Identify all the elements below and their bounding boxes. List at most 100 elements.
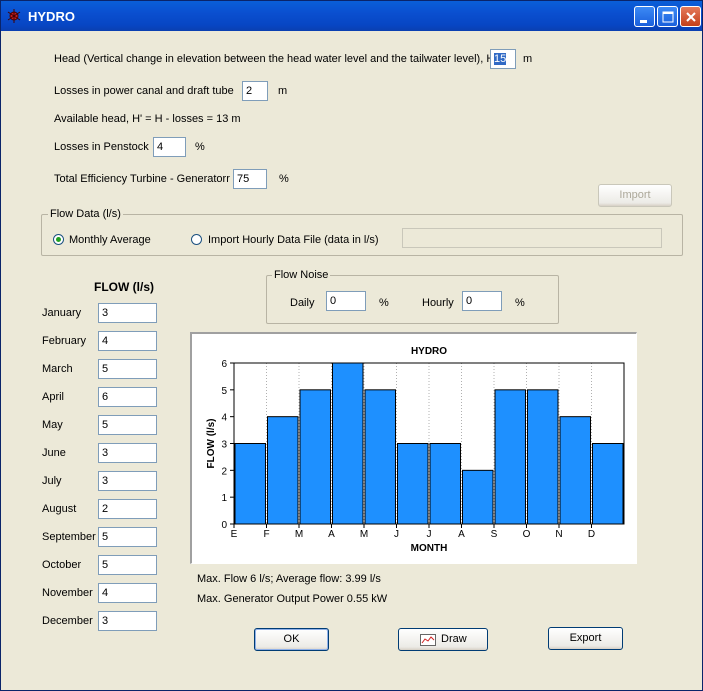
losses-penstock-unit: % — [195, 141, 205, 153]
close-icon — [686, 12, 696, 22]
month-flow-input[interactable]: 3 — [98, 471, 157, 491]
y-tick-label: 2 — [221, 466, 227, 477]
x-tick-label: D — [588, 529, 595, 540]
x-tick-label: J — [394, 529, 399, 540]
chart-bar — [364, 389, 396, 525]
daily-noise-input[interactable]: 0 — [326, 291, 366, 311]
month-flow-input[interactable]: 3 — [98, 611, 157, 631]
app-icon — [7, 9, 21, 23]
chart-bar — [592, 443, 624, 525]
x-tick-label: O — [523, 529, 531, 540]
x-tick-label: S — [491, 529, 498, 540]
x-tick-label: A — [458, 529, 465, 540]
y-tick-label: 5 — [221, 386, 227, 397]
efficiency-label: Total Efficiency Turbine - Generatorr — [54, 173, 230, 185]
month-label: June — [42, 447, 66, 459]
chart-bar — [299, 389, 331, 525]
hourly-file-radio[interactable] — [191, 234, 202, 245]
chart-bar — [397, 443, 429, 525]
month-label: August — [42, 503, 77, 515]
chart-title: HYDRO — [411, 346, 447, 357]
month-label: September — [42, 531, 96, 543]
head-label: Head (Vertical change in elevation betwe… — [54, 53, 498, 65]
y-tick-label: 1 — [221, 493, 227, 504]
chart-bar — [559, 416, 591, 525]
y-tick-label: 4 — [221, 413, 227, 424]
month-flow-input[interactable]: 5 — [98, 359, 157, 379]
month-flow-input[interactable]: 2 — [98, 499, 157, 519]
minimize-icon — [640, 20, 647, 23]
chart-bar — [234, 443, 266, 525]
chart-bar — [462, 469, 494, 525]
month-label: May — [42, 419, 63, 431]
y-tick-label: 6 — [221, 359, 227, 370]
draw-button[interactable]: Draw — [398, 628, 488, 651]
maximize-button[interactable] — [657, 6, 678, 27]
month-flow-input[interactable]: 3 — [98, 443, 157, 463]
losses-penstock-input[interactable]: 4 — [153, 137, 186, 157]
hydro-window: HYDRO Head (Vertical change in elevation… — [0, 0, 703, 691]
x-tick-label: M — [295, 529, 303, 540]
import-button[interactable]: Import — [598, 184, 672, 207]
flow-data-group-label: Flow Data (l/s) — [48, 208, 123, 220]
hourly-file-path[interactable] — [402, 228, 662, 248]
hourly-noise-label: Hourly — [422, 297, 454, 309]
minimize-button[interactable] — [634, 6, 655, 27]
efficiency-input[interactable]: 75 — [233, 169, 267, 189]
chart-bar — [267, 416, 299, 525]
efficiency-unit: % — [279, 173, 289, 185]
month-flow-input[interactable]: 5 — [98, 555, 157, 575]
chart-bar — [527, 389, 559, 525]
chart-bar — [332, 362, 364, 525]
losses-canal-input[interactable]: 2 — [242, 81, 268, 101]
losses-penstock-label: Losses in Penstock — [54, 141, 149, 153]
month-label: July — [42, 475, 62, 487]
month-label: January — [42, 307, 82, 319]
month-flow-input[interactable]: 5 — [98, 415, 157, 435]
x-tick-label: E — [231, 529, 238, 540]
daily-noise-label: Daily — [290, 297, 315, 309]
chart-icon — [420, 634, 436, 646]
head-unit: m — [523, 53, 533, 65]
x-axis-label: MONTH — [411, 543, 448, 554]
chart-bar — [429, 443, 461, 525]
month-label: November — [42, 587, 93, 599]
hourly-noise-input[interactable]: 0 — [462, 291, 502, 311]
y-tick-label: 3 — [221, 440, 227, 451]
hourly-noise-unit: % — [515, 297, 525, 309]
x-tick-label: A — [328, 529, 335, 540]
losses-canal-label: Losses in power canal and draft tube — [54, 85, 234, 97]
draw-label: Draw — [441, 633, 467, 645]
head-value: 15 — [494, 53, 507, 65]
month-label: March — [42, 363, 73, 375]
max-flow-text: Max. Flow 6 l/s; Average flow: 3.99 l/s — [197, 573, 381, 585]
x-tick-label: J — [427, 529, 432, 540]
x-tick-label: F — [263, 529, 269, 540]
month-flow-input[interactable]: 5 — [98, 527, 157, 547]
month-flow-input[interactable]: 6 — [98, 387, 157, 407]
flow-table-header: FLOW (l/s) — [94, 280, 154, 294]
flow-chart: 0 1 2 3 4 5 6 E F M A M J J A S O N D HYDRO MONTH FLOW (l/s) — [206, 346, 625, 554]
monthly-average-label[interactable]: Monthly Average — [69, 234, 151, 246]
y-tick-label: 0 — [221, 520, 227, 531]
hourly-file-label[interactable]: Import Hourly Data File (data in l/s) — [208, 234, 379, 246]
month-flow-input[interactable]: 4 — [98, 331, 157, 351]
window-title: HYDRO — [28, 9, 75, 24]
title-bar[interactable]: HYDRO — [1, 1, 702, 31]
month-label: December — [42, 615, 93, 627]
chart-panel: 0 1 2 3 4 5 6 E F M A M J J A S O N D HYDRO MONTH FLOW (l/s) — [190, 332, 637, 564]
month-flow-input[interactable]: 4 — [98, 583, 157, 603]
month-flow-input[interactable]: 3 — [98, 303, 157, 323]
export-button[interactable]: Export — [548, 627, 623, 650]
head-input[interactable]: 15 — [490, 49, 516, 69]
close-button[interactable] — [680, 6, 701, 27]
daily-noise-unit: % — [379, 297, 389, 309]
maximize-icon — [662, 11, 674, 23]
x-tick-label: M — [360, 529, 368, 540]
y-axis-label: FLOW (l/s) — [206, 419, 217, 469]
month-label: April — [42, 391, 65, 403]
ok-button[interactable]: OK — [254, 628, 329, 651]
x-tick-label: N — [555, 529, 562, 540]
flow-noise-group-label: Flow Noise — [272, 269, 331, 281]
monthly-average-radio[interactable] — [53, 234, 64, 245]
